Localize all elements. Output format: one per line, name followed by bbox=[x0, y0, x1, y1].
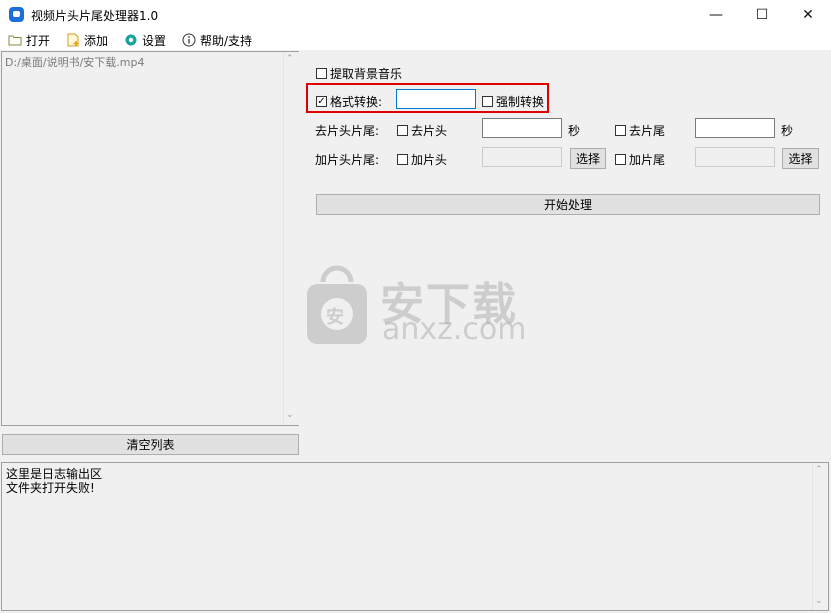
window-title: 视频片头片尾处理器1.0 bbox=[31, 9, 159, 23]
menu-settings-label: 设置 bbox=[142, 33, 167, 48]
remove-tail-option[interactable]: 去片尾 bbox=[615, 122, 665, 139]
menu-help-label: 帮助/支持 bbox=[200, 33, 253, 48]
log-scroll-down-icon[interactable]: ⌄ bbox=[815, 596, 823, 606]
add-head-path-input[interactable] bbox=[482, 147, 562, 167]
watermark-url: anxz.com bbox=[382, 312, 527, 347]
remove-tail-label: 去片尾 bbox=[629, 124, 666, 138]
add-file-icon bbox=[67, 33, 79, 47]
trim-row-label: 去片头片尾: bbox=[315, 124, 380, 138]
add-head-option[interactable]: 加片头 bbox=[397, 151, 447, 168]
add-tail-label: 加片尾 bbox=[629, 153, 666, 167]
file-list[interactable] bbox=[1, 51, 299, 426]
maximize-button[interactable]: ☐ bbox=[739, 0, 785, 30]
add-tail-select-button[interactable]: 选择 bbox=[782, 148, 819, 169]
format-convert-label: 格式转换: bbox=[330, 95, 383, 109]
remove-head-unit: 秒 bbox=[568, 124, 581, 138]
remove-head-option[interactable]: 去片头 bbox=[397, 122, 447, 139]
folder-icon bbox=[8, 35, 22, 46]
add-tail-checkbox[interactable] bbox=[615, 154, 626, 165]
format-convert-option[interactable]: ✓ 格式转换: bbox=[316, 93, 382, 110]
add-tail-path-input[interactable] bbox=[695, 147, 775, 167]
scroll-up-icon[interactable]: ⌃ bbox=[286, 54, 294, 64]
remove-head-seconds-input[interactable] bbox=[482, 118, 562, 138]
minimize-button[interactable]: — bbox=[693, 0, 739, 30]
menu-add-label: 添加 bbox=[84, 33, 109, 48]
add-row-label: 加片头片尾: bbox=[315, 153, 380, 167]
watermark-badge: 安 bbox=[326, 307, 344, 328]
format-convert-checkbox[interactable]: ✓ bbox=[316, 96, 327, 107]
extract-bgm-label: 提取背景音乐 bbox=[330, 67, 403, 81]
remove-head-label: 去片头 bbox=[411, 124, 448, 138]
info-icon bbox=[182, 33, 196, 47]
app-icon bbox=[9, 7, 24, 22]
remove-tail-unit: 秒 bbox=[781, 124, 794, 138]
file-list-scrollbar[interactable] bbox=[283, 52, 299, 425]
menu-open-label: 打开 bbox=[26, 33, 51, 48]
remove-head-checkbox[interactable] bbox=[397, 125, 408, 136]
add-tail-option[interactable]: 加片尾 bbox=[615, 151, 665, 168]
file-list-item[interactable]: D:/桌面/说明书/安下载.mp4 bbox=[5, 54, 145, 70]
log-scroll-up-icon[interactable]: ⌃ bbox=[815, 465, 823, 475]
menu-settings[interactable]: 设置 bbox=[124, 31, 166, 49]
remove-tail-seconds-input[interactable] bbox=[695, 118, 775, 138]
remove-tail-checkbox[interactable] bbox=[615, 125, 626, 136]
scroll-down-icon[interactable]: ⌄ bbox=[286, 410, 294, 420]
start-processing-button[interactable]: 开始处理 bbox=[316, 194, 820, 215]
add-head-label: 加片头 bbox=[411, 153, 448, 167]
menu-open[interactable]: 打开 bbox=[8, 31, 50, 49]
menu-add[interactable]: 添加 bbox=[66, 31, 108, 49]
clear-list-button[interactable]: 清空列表 bbox=[2, 434, 299, 455]
extract-bgm-checkbox[interactable] bbox=[316, 68, 327, 79]
log-output[interactable] bbox=[1, 462, 829, 611]
log-scrollbar[interactable] bbox=[812, 463, 829, 610]
add-head-select-button[interactable]: 选择 bbox=[570, 148, 606, 169]
log-line: 文件夹打开失败! bbox=[6, 481, 95, 495]
menu-help[interactable]: 帮助/支持 bbox=[182, 31, 252, 49]
extract-bgm-option[interactable]: 提取背景音乐 bbox=[316, 65, 402, 82]
add-head-checkbox[interactable] bbox=[397, 154, 408, 165]
close-button[interactable]: ✕ bbox=[785, 0, 831, 30]
force-convert-checkbox[interactable] bbox=[482, 96, 493, 107]
force-convert-option[interactable]: 强制转换 bbox=[482, 93, 544, 110]
force-convert-label: 强制转换 bbox=[496, 95, 545, 109]
format-input[interactable] bbox=[396, 89, 476, 109]
gear-icon bbox=[125, 34, 137, 46]
